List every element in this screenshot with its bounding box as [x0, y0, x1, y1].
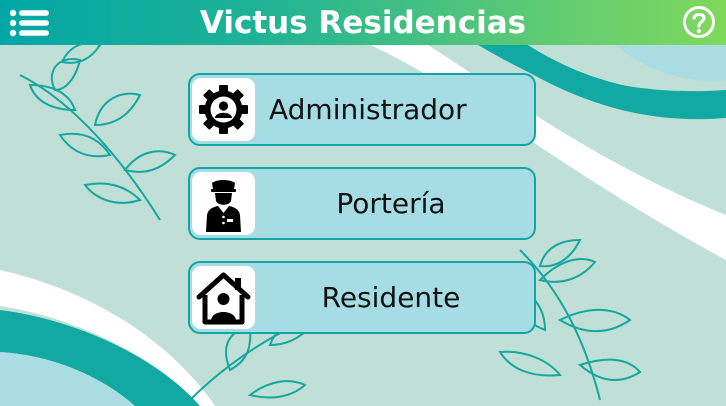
doorman-guard-icon — [206, 180, 241, 232]
role-icon-box — [192, 172, 255, 235]
hamburger-menu-icon — [9, 9, 49, 37]
login-role-screen: Victus Residencias Administrador Porterí… — [0, 0, 726, 406]
header-bar — [0, 0, 726, 45]
role-button-administrador[interactable]: Administrador — [188, 73, 536, 146]
role-button-residente[interactable]: Residente — [188, 261, 536, 334]
question-circle-icon — [683, 6, 715, 38]
leaf-branch-left — [19, 42, 177, 221]
admin-gear-user-icon — [199, 85, 248, 134]
help-button[interactable] — [682, 5, 716, 39]
role-icon-box — [192, 78, 255, 141]
house-person-icon — [196, 272, 251, 325]
role-button-porteria[interactable]: Portería — [188, 167, 536, 240]
role-label-residente: Residente — [321, 281, 461, 314]
top-right-light-blob — [610, 40, 726, 81]
role-label-porteria: Portería — [336, 187, 446, 220]
role-icon-box — [192, 266, 255, 329]
role-label-administrador: Administrador — [269, 93, 467, 126]
menu-button[interactable] — [5, 4, 55, 42]
